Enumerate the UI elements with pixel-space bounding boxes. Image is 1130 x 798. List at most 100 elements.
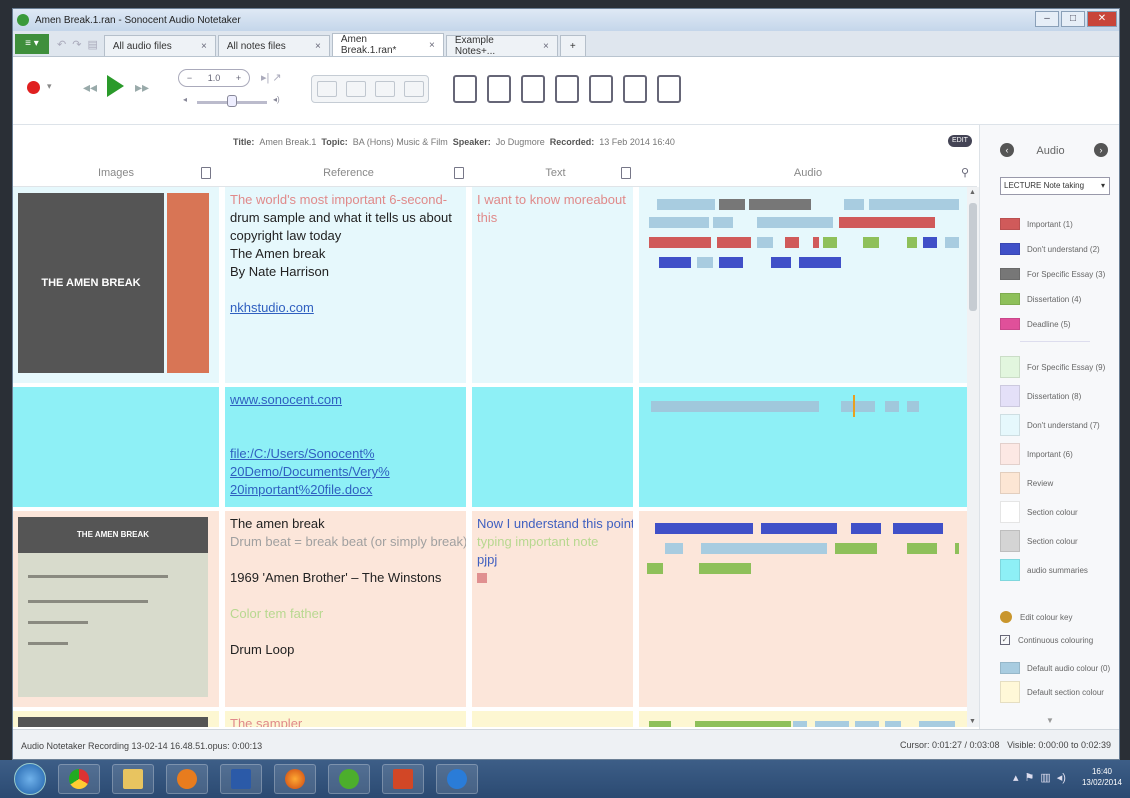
audio-chunk[interactable] — [885, 401, 899, 412]
column-audio[interactable]: Audio ⚲ — [639, 159, 977, 186]
slide-thumbnail[interactable]: THE AMEN BREAK — [18, 517, 208, 697]
image-cell[interactable] — [13, 711, 219, 727]
image-cell[interactable] — [13, 387, 219, 507]
view-button-3[interactable] — [374, 81, 395, 97]
audio-chunk[interactable] — [717, 237, 751, 248]
section-row[interactable]: THE AMEN BREAK The amen break Drum beat =… — [13, 511, 967, 707]
column-menu-icon[interactable] — [201, 167, 211, 179]
column-images[interactable]: Images — [13, 159, 219, 186]
skip-icons[interactable]: ▸| ↗ — [261, 71, 282, 84]
tray-arrow-icon[interactable]: ▴ — [1013, 771, 1019, 784]
close-tab-icon[interactable]: × — [543, 41, 549, 52]
undo-icon[interactable]: ↶ — [57, 38, 66, 51]
audio-cell[interactable] — [639, 187, 967, 383]
audio-chunk[interactable] — [719, 199, 745, 210]
start-button[interactable] — [14, 763, 46, 795]
note-line[interactable]: www.sonocent.com — [230, 391, 461, 409]
audio-chunk[interactable] — [749, 199, 811, 210]
colour-scheme-select[interactable]: LECTURE Note taking ▾ — [1000, 177, 1110, 195]
volume-icon[interactable]: ◂) — [1057, 771, 1066, 784]
plus-icon[interactable]: + — [236, 73, 241, 83]
audio-chunk[interactable] — [785, 237, 799, 248]
audio-chunk[interactable] — [655, 523, 753, 534]
save-icon[interactable]: ▤ — [87, 38, 97, 51]
audio-chunk[interactable] — [851, 523, 881, 534]
scroll-up-icon[interactable]: ▲ — [969, 189, 976, 196]
chrome-taskbar-icon[interactable] — [58, 764, 100, 794]
next-panel-button[interactable]: › — [1094, 143, 1108, 157]
audio-chunk[interactable] — [793, 721, 807, 727]
edit-colour-key-button[interactable]: Edit colour key — [1000, 611, 1119, 623]
colour-key-item[interactable]: Section colour — [1000, 500, 1119, 524]
view-button-4[interactable] — [403, 81, 424, 97]
powerpoint-taskbar-icon[interactable] — [382, 764, 424, 794]
import-icon[interactable] — [521, 75, 545, 103]
tab-amen-break[interactable]: Amen Break.1.ran* × — [331, 33, 444, 56]
edit-info-button[interactable]: EDIT — [948, 135, 972, 147]
view-button-2[interactable] — [345, 81, 366, 97]
audio-chunk[interactable] — [799, 257, 841, 268]
colour-key-item[interactable]: audio summaries — [1000, 558, 1119, 582]
export-icon[interactable] — [555, 75, 579, 103]
audio-chunk[interactable] — [659, 257, 691, 268]
tab-all-audio-files[interactable]: All audio files × — [103, 35, 216, 56]
audio-chunk[interactable] — [893, 523, 943, 534]
play-button[interactable] — [107, 75, 124, 97]
text-cell[interactable] — [472, 711, 633, 727]
default-section-colour[interactable]: Default section colour — [1000, 681, 1119, 703]
audio-chunk[interactable] — [651, 401, 819, 412]
colour-key-item[interactable]: Review — [1000, 471, 1119, 495]
column-reference[interactable]: Reference — [225, 159, 472, 186]
scroll-down-icon[interactable]: ▼ — [969, 718, 976, 725]
app-menu-button[interactable]: ≡ ▾ — [15, 34, 49, 54]
column-menu-icon[interactable] — [621, 167, 631, 179]
minus-icon[interactable]: − — [187, 73, 192, 83]
firefox-taskbar-icon[interactable] — [274, 764, 316, 794]
scrollbar-thumb[interactable] — [969, 203, 977, 311]
audio-chunk[interactable] — [907, 401, 919, 412]
audio-chunk[interactable] — [855, 721, 879, 727]
audio-chunk[interactable] — [841, 401, 875, 412]
column-menu-icon[interactable] — [454, 167, 464, 179]
close-tab-icon[interactable]: × — [429, 40, 435, 51]
search-icon[interactable]: ⚲ — [961, 159, 969, 187]
tray-flag-icon[interactable]: ⚑ — [1024, 771, 1034, 784]
section-row[interactable]: The sampler — [13, 711, 967, 727]
continuous-colouring-checkbox[interactable]: ✓ Continuous colouring — [1000, 635, 1119, 645]
audio-chunk[interactable] — [713, 217, 733, 228]
reference-cell[interactable]: The world's most important 6-second-drum… — [225, 187, 466, 383]
audio-chunk[interactable] — [647, 563, 663, 574]
audio-cell[interactable] — [639, 511, 967, 707]
colour-key-item[interactable]: Deadline (5) — [1000, 315, 1119, 333]
audio-chunk[interactable] — [885, 721, 901, 727]
note-line[interactable]: file:/C:/Users/Sonocent% — [230, 445, 461, 463]
note-line[interactable]: nkhstudio.com — [230, 299, 461, 317]
reference-cell[interactable]: The amen break Drum beat = break beat (or… — [225, 511, 466, 707]
colour-key-item[interactable]: Don't understand (2) — [1000, 240, 1119, 258]
text-cell[interactable]: Now I understand this point typing import… — [472, 511, 633, 707]
audio-chunk[interactable] — [844, 199, 864, 210]
audio-chunk[interactable] — [813, 237, 819, 248]
audio-chunk[interactable] — [919, 721, 955, 727]
colour-key-item[interactable]: Important (6) — [1000, 442, 1119, 466]
rewind-icon[interactable]: ◂◂ — [83, 79, 97, 96]
fast-forward-icon[interactable]: ▸▸ — [135, 79, 149, 96]
volume-knob[interactable] — [227, 95, 237, 107]
colour-key-item[interactable]: Section colour — [1000, 529, 1119, 553]
audio-chunk[interactable] — [955, 543, 959, 554]
tab-all-notes-files[interactable]: All notes files × — [217, 35, 330, 56]
maximize-button[interactable]: □ — [1061, 11, 1085, 27]
media-player-taskbar-icon[interactable] — [166, 764, 208, 794]
audio-chunk[interactable] — [869, 199, 959, 210]
audio-chunk[interactable] — [719, 257, 743, 268]
reference-cell[interactable]: www.sonocent.com file:/C:/Users/Sonocent… — [225, 387, 466, 507]
audio-chunk[interactable] — [839, 217, 935, 228]
section-row[interactable]: www.sonocent.com file:/C:/Users/Sonocent… — [13, 387, 967, 507]
text-cell[interactable]: I want to know moreabout this — [472, 187, 633, 383]
section-row[interactable]: THE AMEN BREAK The world's most importan… — [13, 187, 967, 383]
audio-chunk[interactable] — [649, 217, 709, 228]
panel-scroll-down-icon[interactable]: ▼ — [1046, 716, 1054, 725]
audio-chunk[interactable] — [815, 721, 849, 727]
text-cell[interactable] — [472, 387, 633, 507]
view-button-1[interactable] — [316, 81, 337, 97]
